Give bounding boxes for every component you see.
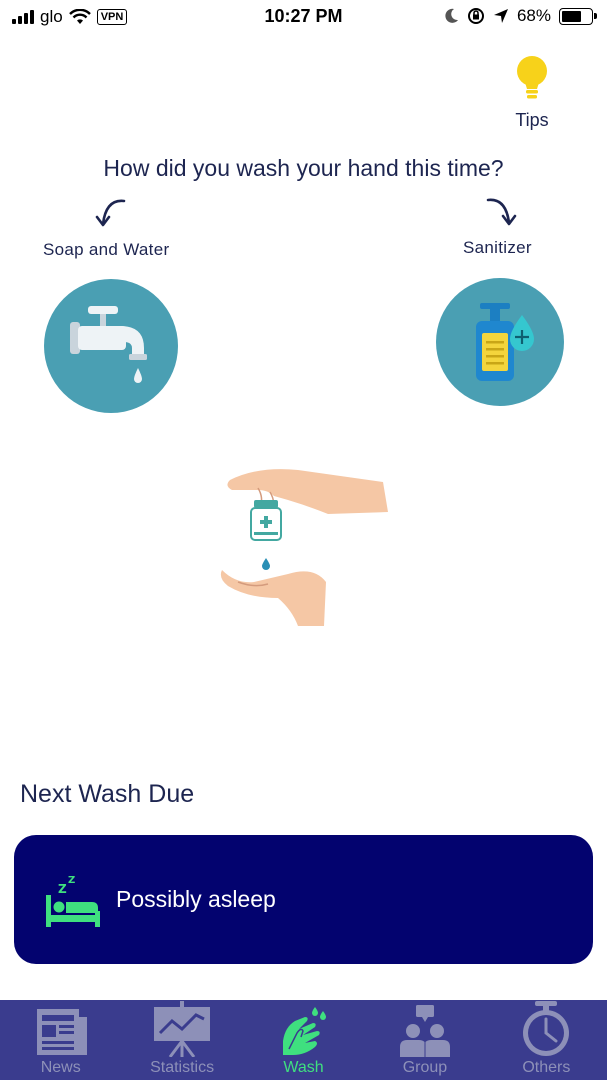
hands-wash-icon (282, 1007, 326, 1055)
next-wash-title: Next Wash Due (20, 780, 195, 808)
tab-bar: News Statistics Wash Group Others (0, 1000, 607, 1080)
tab-group-label: Group (402, 1059, 448, 1076)
tab-news-label: News (40, 1059, 81, 1076)
tab-wash[interactable]: Wash (243, 1000, 364, 1080)
tab-others[interactable]: Others (486, 1000, 607, 1080)
sleeping-bed-icon: Z Z (46, 875, 100, 927)
next-wash-card: Z Z Possibly asleep (14, 835, 593, 964)
battery-percent: 68% (516, 6, 551, 25)
hand-sanitizing-illustration (220, 469, 388, 626)
tab-group[interactable]: Group (364, 1000, 485, 1080)
tab-news[interactable]: News (0, 1000, 121, 1080)
tab-wash-label: Wash (283, 1059, 324, 1076)
soap-water-button[interactable] (44, 279, 178, 413)
next-wash-status: Possibly asleep (116, 886, 276, 912)
battery-level (562, 10, 582, 22)
tab-others-label: Others (522, 1059, 571, 1076)
newspaper-icon (36, 1009, 87, 1055)
soap-water-label: Soap and Water (43, 240, 170, 259)
location-arrow-icon (493, 9, 508, 23)
svg-text:Z: Z (58, 882, 67, 896)
svg-text:Z: Z (68, 875, 75, 886)
wash-question: How did you wash your hand this time? (103, 155, 504, 181)
tab-statistics[interactable]: Statistics (121, 1000, 242, 1080)
sanitizer-label: Sanitizer (463, 238, 532, 257)
status-bar: glo VPN 10:27 PM 68% (0, 0, 607, 34)
battery-icon (559, 7, 597, 25)
lightbulb-icon (517, 56, 547, 99)
curved-arrow-left-icon (95, 199, 126, 227)
faucet-icon (70, 306, 147, 383)
orientation-lock-icon (467, 8, 484, 24)
clock-icon (523, 1001, 570, 1056)
moon-icon (445, 8, 458, 23)
chart-board-icon (154, 1001, 211, 1057)
tips-button[interactable]: Tips (500, 55, 564, 131)
sanitizer-bottle-icon (476, 303, 534, 381)
sanitizer-button[interactable] (436, 278, 564, 406)
tab-statistics-label: Statistics (150, 1059, 215, 1076)
curved-arrow-right-icon (486, 198, 517, 226)
tips-label: Tips (515, 110, 549, 130)
status-right: 68% (445, 6, 597, 26)
group-icon (399, 1005, 450, 1057)
